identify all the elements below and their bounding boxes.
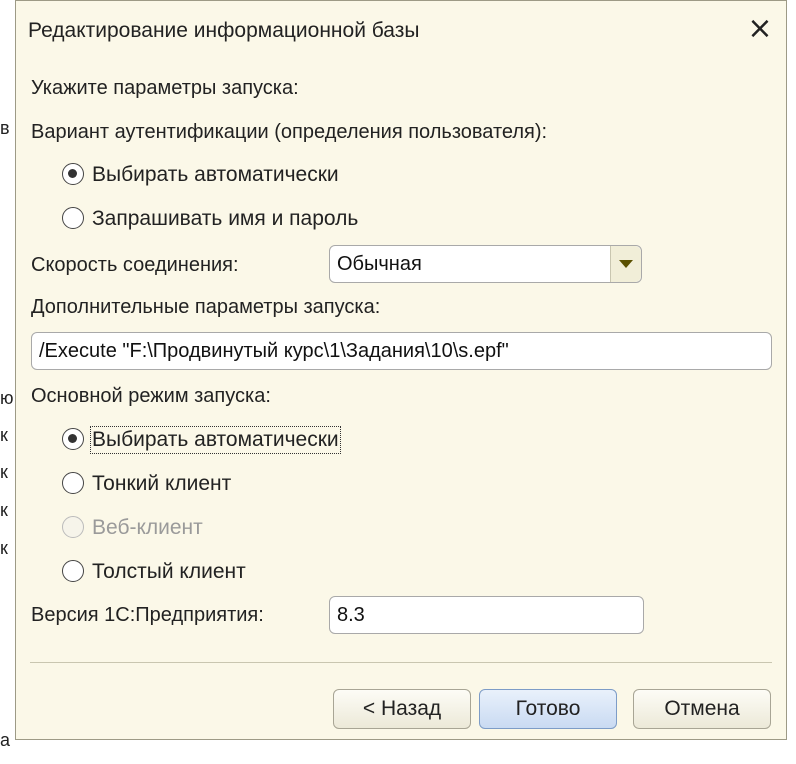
auth-auto-label[interactable]: Выбирать автоматически <box>92 163 339 187</box>
background-text-fragment: к <box>0 425 8 445</box>
mode-auto-label[interactable]: Выбирать автоматически <box>90 426 341 454</box>
divider <box>30 662 772 663</box>
extra-params-input[interactable]: /Execute "F:\Продвинутый курс\1\Задания\… <box>31 332 772 370</box>
platform-version-label: Версия 1С:Предприятия: <box>31 604 264 626</box>
mode-web-client-radio <box>62 516 84 538</box>
background-text-fragment: к <box>0 538 8 558</box>
launch-mode-label: Основной режим запуска: <box>31 385 271 407</box>
background-text-fragment: а <box>0 730 11 750</box>
extra-params-value: /Execute "F:\Продвинутый курс\1\Задания\… <box>39 340 509 362</box>
background-window-strip: в ю к к к к а <box>0 0 14 764</box>
platform-version-input[interactable]: 8.3 <box>329 596 644 634</box>
mode-thick-client-radio[interactable] <box>62 560 84 582</box>
extra-params-label: Дополнительные параметры запуска: <box>31 296 381 318</box>
launch-params-heading: Укажите параметры запуска: <box>31 77 299 99</box>
auth-auto-radio[interactable] <box>62 163 84 185</box>
connection-speed-value: Обычная <box>337 253 422 275</box>
auth-ask-credentials-radio[interactable] <box>62 207 84 229</box>
connection-speed-label: Скорость соединения: <box>31 254 239 276</box>
auth-variant-label: Вариант аутентификации (определения поль… <box>31 121 548 143</box>
mode-thin-client-radio[interactable] <box>62 472 84 494</box>
background-text-fragment: к <box>0 500 8 520</box>
dropdown-button[interactable] <box>610 246 641 282</box>
title-bar[interactable]: Редактирование информационной базы × <box>16 1 786 63</box>
done-button[interactable]: Готово <box>479 689 617 729</box>
cancel-button[interactable]: Отмена <box>633 689 771 729</box>
background-text-fragment: к <box>0 462 8 482</box>
connection-speed-select[interactable]: Обычная <box>329 245 642 283</box>
mode-thin-client-label[interactable]: Тонкий клиент <box>92 472 231 496</box>
platform-version-value: 8.3 <box>337 604 365 626</box>
chevron-down-icon <box>619 260 633 268</box>
mode-thick-client-label[interactable]: Толстый клиент <box>92 560 246 584</box>
mode-auto-radio[interactable] <box>62 428 84 450</box>
edit-infobase-dialog: Редактирование информационной базы × Ука… <box>15 0 787 740</box>
close-icon[interactable]: × <box>744 13 776 45</box>
background-text-fragment: в <box>0 118 10 138</box>
mode-web-client-label: Веб-клиент <box>92 516 203 539</box>
auth-ask-credentials-label[interactable]: Запрашивать имя и пароль <box>92 207 358 231</box>
back-button[interactable]: < Назад <box>333 689 471 729</box>
dialog-title: Редактирование информационной базы <box>28 19 420 42</box>
background-text-fragment: ю <box>0 388 14 408</box>
